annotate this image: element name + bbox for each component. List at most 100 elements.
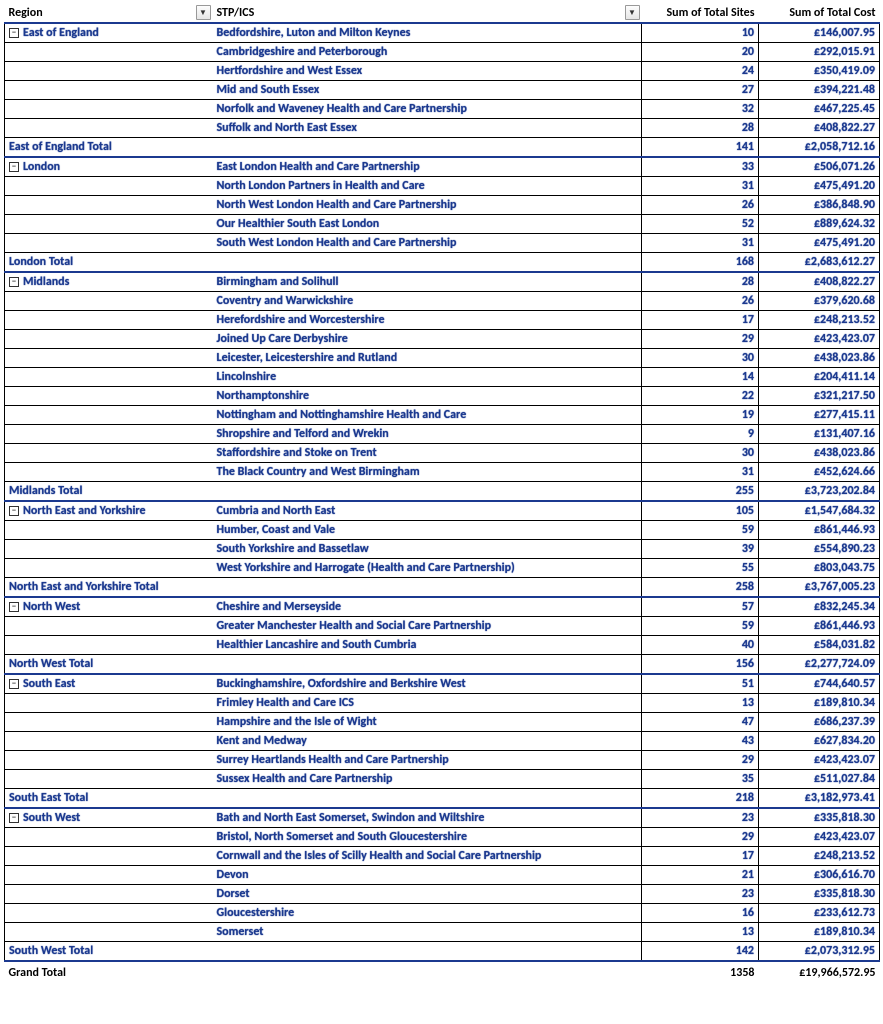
table-row: Bristol, North Somerset and South Glouce… — [5, 828, 880, 847]
region-cell — [5, 349, 213, 368]
region-cell[interactable]: −East of England — [5, 23, 213, 43]
collapse-icon[interactable]: − — [9, 679, 19, 689]
table-row: Greater Manchester Health and Social Car… — [5, 617, 880, 636]
region-label: South East — [23, 677, 75, 691]
table-row: Hampshire and the Isle of Wight47£686,23… — [5, 713, 880, 732]
table-row: Shropshire and Telford and Wrekin9£131,4… — [5, 425, 880, 444]
sites-cell: 22 — [642, 387, 759, 406]
subtotal-sites: 142 — [642, 942, 759, 962]
header-region[interactable]: Region ▼ — [5, 4, 213, 23]
sites-cell: 32 — [642, 100, 759, 119]
sites-cell: 29 — [642, 828, 759, 847]
collapse-icon[interactable]: − — [9, 277, 19, 287]
sites-cell: 35 — [642, 770, 759, 789]
stp-cell: Surrey Heartlands Health and Care Partne… — [213, 751, 642, 770]
collapse-icon[interactable]: − — [9, 813, 19, 823]
table-row: Herefordshire and Worcestershire17£248,2… — [5, 311, 880, 330]
cost-cell: £292,015.91 — [759, 43, 880, 62]
filter-dropdown-icon[interactable]: ▼ — [625, 5, 640, 20]
sites-cell: 47 — [642, 713, 759, 732]
region-cell[interactable]: −South West — [5, 808, 213, 828]
region-cell — [5, 100, 213, 119]
subtotal-sites: 218 — [642, 789, 759, 809]
sites-cell: 13 — [642, 694, 759, 713]
region-cell[interactable]: −Midlands — [5, 272, 213, 292]
sites-cell: 31 — [642, 234, 759, 253]
cost-cell: £335,818.30 — [759, 808, 880, 828]
sites-cell: 17 — [642, 847, 759, 866]
cost-cell: £233,612.73 — [759, 904, 880, 923]
filter-dropdown-icon[interactable]: ▼ — [196, 5, 211, 20]
stp-cell: Birmingham and Solihull — [213, 272, 642, 292]
cost-cell: £423,423.07 — [759, 751, 880, 770]
stp-cell: South West London Health and Care Partne… — [213, 234, 642, 253]
region-label: Midlands — [23, 275, 69, 289]
table-row: Norfolk and Waveney Health and Care Part… — [5, 100, 880, 119]
subtotal-sites: 141 — [642, 138, 759, 158]
subtotal-label: South West Total — [5, 942, 642, 962]
sites-cell: 39 — [642, 540, 759, 559]
collapse-icon[interactable]: − — [9, 28, 19, 38]
stp-cell: West Yorkshire and Harrogate (Health and… — [213, 559, 642, 578]
region-label: North West — [23, 600, 80, 614]
table-row: Frimley Health and Care ICS13£189,810.34 — [5, 694, 880, 713]
stp-cell: Buckinghamshire, Oxfordshire and Berkshi… — [213, 674, 642, 694]
stp-cell: Greater Manchester Health and Social Car… — [213, 617, 642, 636]
sites-cell: 14 — [642, 368, 759, 387]
region-cell[interactable]: −North East and Yorkshire — [5, 501, 213, 521]
subtotal-label: South East Total — [5, 789, 642, 809]
header-row: Region ▼ STP/ICS ▼ Sum of Total Sites Su… — [5, 4, 880, 23]
region-cell — [5, 866, 213, 885]
region-cell — [5, 828, 213, 847]
stp-cell: Devon — [213, 866, 642, 885]
region-cell — [5, 196, 213, 215]
cost-cell: £584,031.82 — [759, 636, 880, 655]
collapse-icon[interactable]: − — [9, 162, 19, 172]
table-row: Cambridgeshire and Peterborough20£292,01… — [5, 43, 880, 62]
table-row: Sussex Health and Care Partnership35£511… — [5, 770, 880, 789]
stp-cell: North London Partners in Health and Care — [213, 177, 642, 196]
grand-total-row: Grand Total 1358 £19,966,572.95 — [5, 961, 880, 982]
grand-total-sites: 1358 — [642, 961, 759, 982]
region-cell — [5, 770, 213, 789]
region-cell — [5, 368, 213, 387]
cost-cell: £248,213.52 — [759, 311, 880, 330]
subtotal-cost: £3,767,005.23 — [759, 578, 880, 598]
region-cell[interactable]: −North West — [5, 597, 213, 617]
region-cell[interactable]: −London — [5, 157, 213, 177]
cost-cell: £423,423.07 — [759, 330, 880, 349]
collapse-icon[interactable]: − — [9, 602, 19, 612]
region-cell — [5, 330, 213, 349]
cost-cell: £1,547,684.32 — [759, 501, 880, 521]
header-stp[interactable]: STP/ICS ▼ — [213, 4, 642, 23]
table-row: Dorset23£335,818.30 — [5, 885, 880, 904]
sites-cell: 10 — [642, 23, 759, 43]
table-row: The Black Country and West Birmingham31£… — [5, 463, 880, 482]
region-cell — [5, 81, 213, 100]
sites-cell: 9 — [642, 425, 759, 444]
stp-cell: Kent and Medway — [213, 732, 642, 751]
region-cell — [5, 923, 213, 942]
table-row: −LondonEast London Health and Care Partn… — [5, 157, 880, 177]
cost-cell: £803,043.75 — [759, 559, 880, 578]
region-cell[interactable]: −South East — [5, 674, 213, 694]
region-cell — [5, 904, 213, 923]
cost-cell: £438,023.86 — [759, 349, 880, 368]
cost-cell: £189,810.34 — [759, 923, 880, 942]
table-row: −MidlandsBirmingham and Solihull28£408,8… — [5, 272, 880, 292]
table-row: West Yorkshire and Harrogate (Health and… — [5, 559, 880, 578]
region-cell — [5, 732, 213, 751]
stp-cell: Hampshire and the Isle of Wight — [213, 713, 642, 732]
table-row: Leicester, Leicestershire and Rutland30£… — [5, 349, 880, 368]
region-cell — [5, 119, 213, 138]
collapse-icon[interactable]: − — [9, 506, 19, 516]
sites-cell: 23 — [642, 885, 759, 904]
subtotal-cost: £2,683,612.27 — [759, 253, 880, 273]
sites-cell: 27 — [642, 81, 759, 100]
subtotal-row: East of England Total141£2,058,712.16 — [5, 138, 880, 158]
table-row: −North WestCheshire and Merseyside57£832… — [5, 597, 880, 617]
region-cell — [5, 406, 213, 425]
sites-cell: 57 — [642, 597, 759, 617]
region-cell — [5, 540, 213, 559]
cost-cell: £744,640.57 — [759, 674, 880, 694]
